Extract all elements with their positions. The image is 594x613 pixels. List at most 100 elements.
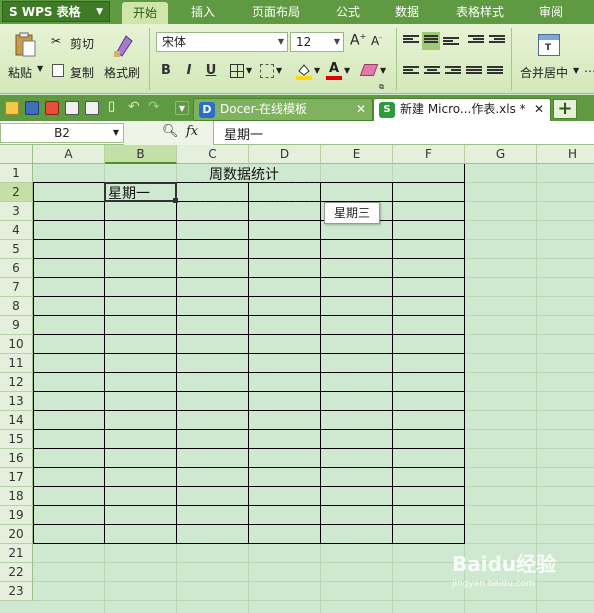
close-icon[interactable]: ✕ <box>356 99 366 120</box>
brush-icon[interactable] <box>112 32 134 58</box>
row-header-13[interactable]: 13 <box>0 392 33 411</box>
tab-docer-templates[interactable]: D Docer-在线模板 ✕ <box>193 98 373 121</box>
chevron-down-icon[interactable]: ▼ <box>314 66 320 75</box>
bold-button[interactable]: B <box>157 62 175 80</box>
tab-insert[interactable]: 插入 <box>183 0 223 24</box>
customize-toolbar-icon[interactable]: ▼ <box>175 101 189 115</box>
cut-button[interactable]: 剪切 <box>70 35 94 52</box>
column-header-a[interactable]: A <box>33 145 105 164</box>
merge-cells-icon[interactable]: T <box>538 34 560 56</box>
chevron-down-icon[interactable]: ▼ <box>246 66 252 75</box>
name-box[interactable]: B2 ▼ <box>0 123 124 143</box>
underline-button[interactable]: U <box>202 62 220 80</box>
cell-area[interactable]: 周数据统计 星期一 星期三 <box>33 164 594 613</box>
font-dialog-launcher-icon[interactable]: ⧉ <box>379 83 384 92</box>
copy-button[interactable]: 复制 <box>70 64 94 81</box>
row-header-12[interactable]: 12 <box>0 373 33 392</box>
insert-function-icon[interactable]: fx <box>186 124 198 139</box>
row-header-4[interactable]: 4 <box>0 221 33 240</box>
row-header-5[interactable]: 5 <box>0 240 33 259</box>
tab-table-style[interactable]: 表格样式 <box>448 0 512 24</box>
row-header-16[interactable]: 16 <box>0 449 33 468</box>
chevron-down-icon[interactable]: ▼ <box>344 66 350 75</box>
font-size-select[interactable]: 12 ▼ <box>290 32 344 52</box>
row-header-19[interactable]: 19 <box>0 506 33 525</box>
column-header-g[interactable]: G <box>465 145 537 164</box>
zoom-icon[interactable]: 🔍︎ <box>162 124 179 139</box>
column-header-e[interactable]: E <box>321 145 393 164</box>
tab-data[interactable]: 数据 <box>387 0 427 24</box>
folder-icon[interactable] <box>5 101 19 115</box>
tab-home[interactable]: 开始 <box>122 2 168 24</box>
row-header-14[interactable]: 14 <box>0 411 33 430</box>
more-icon[interactable]: ⋯ <box>584 64 594 78</box>
save-icon[interactable] <box>25 101 39 115</box>
eraser-icon[interactable] <box>359 64 379 76</box>
column-header-h[interactable]: H <box>537 145 594 164</box>
align-middle-icon[interactable] <box>422 32 440 50</box>
column-header-d[interactable]: D <box>249 145 321 164</box>
close-icon[interactable]: ✕ <box>534 99 544 120</box>
row-header-18[interactable]: 18 <box>0 487 33 506</box>
font-color-icon[interactable]: A <box>326 61 342 80</box>
column-header-b[interactable]: B <box>105 145 177 164</box>
distribute-icon[interactable] <box>487 65 503 79</box>
row-header-15[interactable]: 15 <box>0 430 33 449</box>
file-icon[interactable]: ▯ <box>108 100 122 115</box>
row-header-11[interactable]: 11 <box>0 354 33 373</box>
row-header-6[interactable]: 6 <box>0 259 33 278</box>
chevron-down-icon[interactable]: ▼ <box>573 66 579 75</box>
format-painter-button[interactable]: 格式刷 <box>104 64 140 81</box>
row-header-20[interactable]: 20 <box>0 525 33 544</box>
align-top-icon[interactable] <box>403 34 419 48</box>
fill-color-icon[interactable] <box>296 62 312 80</box>
column-header-f[interactable]: F <box>393 145 465 164</box>
formula-input[interactable]: 星期一 <box>224 124 263 143</box>
align-bottom-icon[interactable] <box>443 36 459 50</box>
row-header-17[interactable]: 17 <box>0 468 33 487</box>
paste-icon[interactable] <box>14 32 36 58</box>
print-preview-icon[interactable] <box>85 101 99 115</box>
sheet-title[interactable]: 周数据统计 <box>209 164 279 184</box>
chevron-down-icon[interactable]: ▼ <box>380 66 386 75</box>
select-all-corner[interactable] <box>0 145 33 164</box>
export-pdf-icon[interactable] <box>45 101 59 115</box>
row-header-23[interactable]: 23 <box>0 582 33 601</box>
row-header-9[interactable]: 9 <box>0 316 33 335</box>
decrease-indent-icon[interactable] <box>468 34 484 48</box>
cell-style-icon[interactable] <box>260 64 274 78</box>
tab-review[interactable]: 审阅 <box>531 0 571 24</box>
row-header-22[interactable]: 22 <box>0 563 33 582</box>
redo-icon[interactable]: ↷ <box>148 100 162 115</box>
selected-cell-b2[interactable] <box>104 182 177 202</box>
merge-center-button[interactable]: 合并居中 <box>520 64 568 81</box>
border-icon[interactable] <box>230 64 244 78</box>
fill-handle[interactable] <box>173 198 178 203</box>
tab-formulas[interactable]: 公式 <box>328 0 368 24</box>
align-left-icon[interactable] <box>403 65 419 79</box>
row-header-1[interactable]: 1 <box>0 164 33 183</box>
grow-font-icon[interactable]: A+ <box>350 32 366 49</box>
row-header-7[interactable]: 7 <box>0 278 33 297</box>
italic-button[interactable]: I <box>180 62 198 80</box>
align-center-icon[interactable] <box>424 65 440 79</box>
print-icon[interactable] <box>65 101 79 115</box>
chevron-down-icon[interactable]: ▼ <box>276 66 282 75</box>
font-name-select[interactable]: 宋体 ▼ <box>156 32 288 52</box>
row-header-10[interactable]: 10 <box>0 335 33 354</box>
align-right-icon[interactable] <box>445 65 461 79</box>
row-header-8[interactable]: 8 <box>0 297 33 316</box>
worksheet-grid[interactable]: 周数据统计 星期一 星期三 A B C D E F G H 1 2 3 4 5 6 7 8 9 10 11 12 13 14 1… <box>0 145 594 613</box>
row-header-2[interactable]: 2 <box>0 183 33 202</box>
row-header-21[interactable]: 21 <box>0 544 33 563</box>
shrink-font-icon[interactable]: A- <box>371 34 382 48</box>
undo-icon[interactable]: ↶ <box>128 100 142 115</box>
row-header-3[interactable]: 3 <box>0 202 33 221</box>
paste-dropdown-icon[interactable]: ▼ <box>37 64 43 73</box>
tab-page-layout[interactable]: 页面布局 <box>244 0 308 24</box>
increase-indent-icon[interactable] <box>489 34 505 48</box>
add-tab-button[interactable]: + <box>553 99 577 119</box>
column-header-c[interactable]: C <box>177 145 249 164</box>
app-menu-button[interactable]: S WPS 表格 ▼ <box>2 1 110 22</box>
justify-icon[interactable] <box>466 65 482 79</box>
